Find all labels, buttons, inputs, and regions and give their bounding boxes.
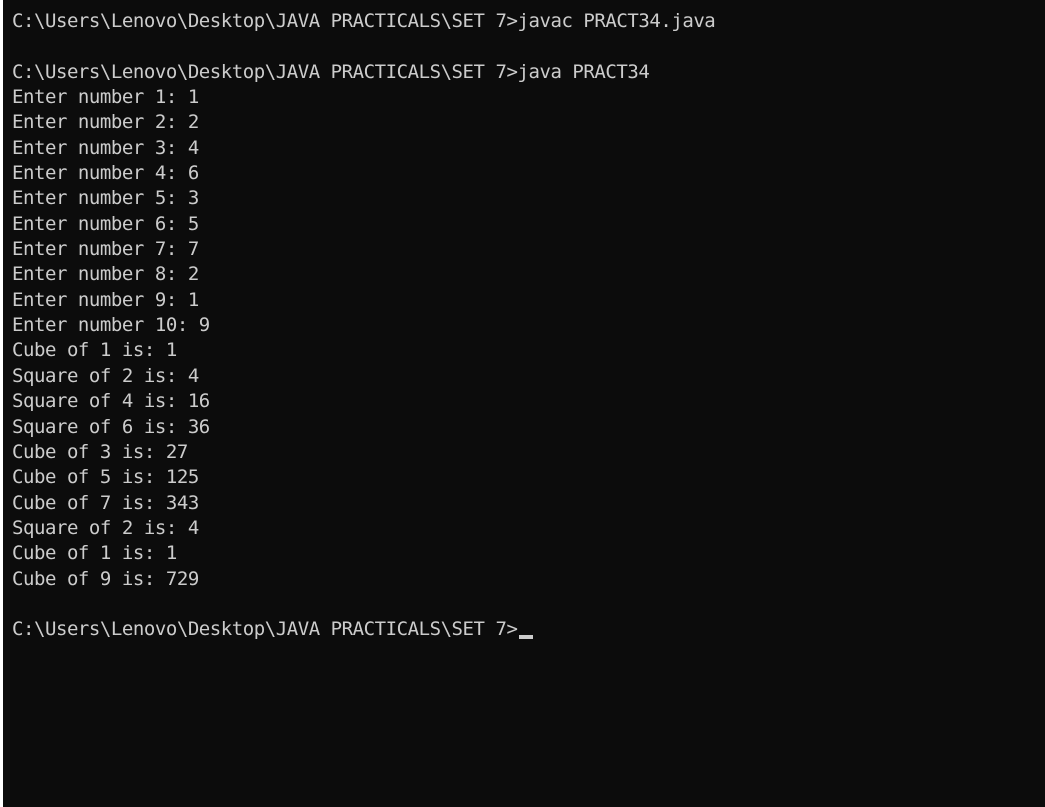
console-line: C:\Users\Lenovo\Desktop\JAVA PRACTICALS\… [12,10,716,32]
console-line: Enter number 2: 2 [12,111,199,134]
prompt-line[interactable]: C:\Users\Lenovo\Desktop\JAVA PRACTICALS\… [12,617,715,642]
console-line: Enter number 7: 7 [12,238,199,261]
console-line: C:\Users\Lenovo\Desktop\JAVA PRACTICALS\… [12,60,650,83]
console-output: C:\Users\Lenovo\Desktop\JAVA PRACTICALS\… [12,9,716,643]
text-cursor [518,635,533,640]
console-line: Enter number 1: 1 [12,86,199,109]
console-line: Square of 4 is: 16 [12,390,210,413]
console-line: Square of 2 is: 4 [12,364,199,387]
console-line: Enter number 5: 3 [12,187,199,210]
console-line: Cube of 1 is: 1 [12,542,177,565]
console-line: Cube of 7 is: 343 [12,491,199,514]
console-line: Cube of 3 is: 27 [12,440,188,463]
console-line: Enter number 4: 6 [12,162,199,185]
console-line: Cube of 9 is: 729 [12,567,199,590]
console-window[interactable]: C:\Users\Lenovo\Desktop\JAVA PRACTICALS\… [0,0,1045,807]
prompt-text: C:\Users\Lenovo\Desktop\JAVA PRACTICALS\… [12,618,518,641]
console-line: Enter number 9: 1 [12,288,199,311]
console-line: Square of 2 is: 4 [12,516,199,539]
console-line: Cube of 5 is: 125 [12,466,199,489]
console-line: Enter number 3: 4 [12,136,199,159]
console-line: Enter number 6: 5 [12,212,199,235]
console-line: Enter number 10: 9 [12,314,210,337]
console-line: Enter number 8: 2 [12,263,199,286]
console-line: Cube of 1 is: 1 [12,339,177,362]
console-line: Square of 6 is: 36 [12,415,210,438]
